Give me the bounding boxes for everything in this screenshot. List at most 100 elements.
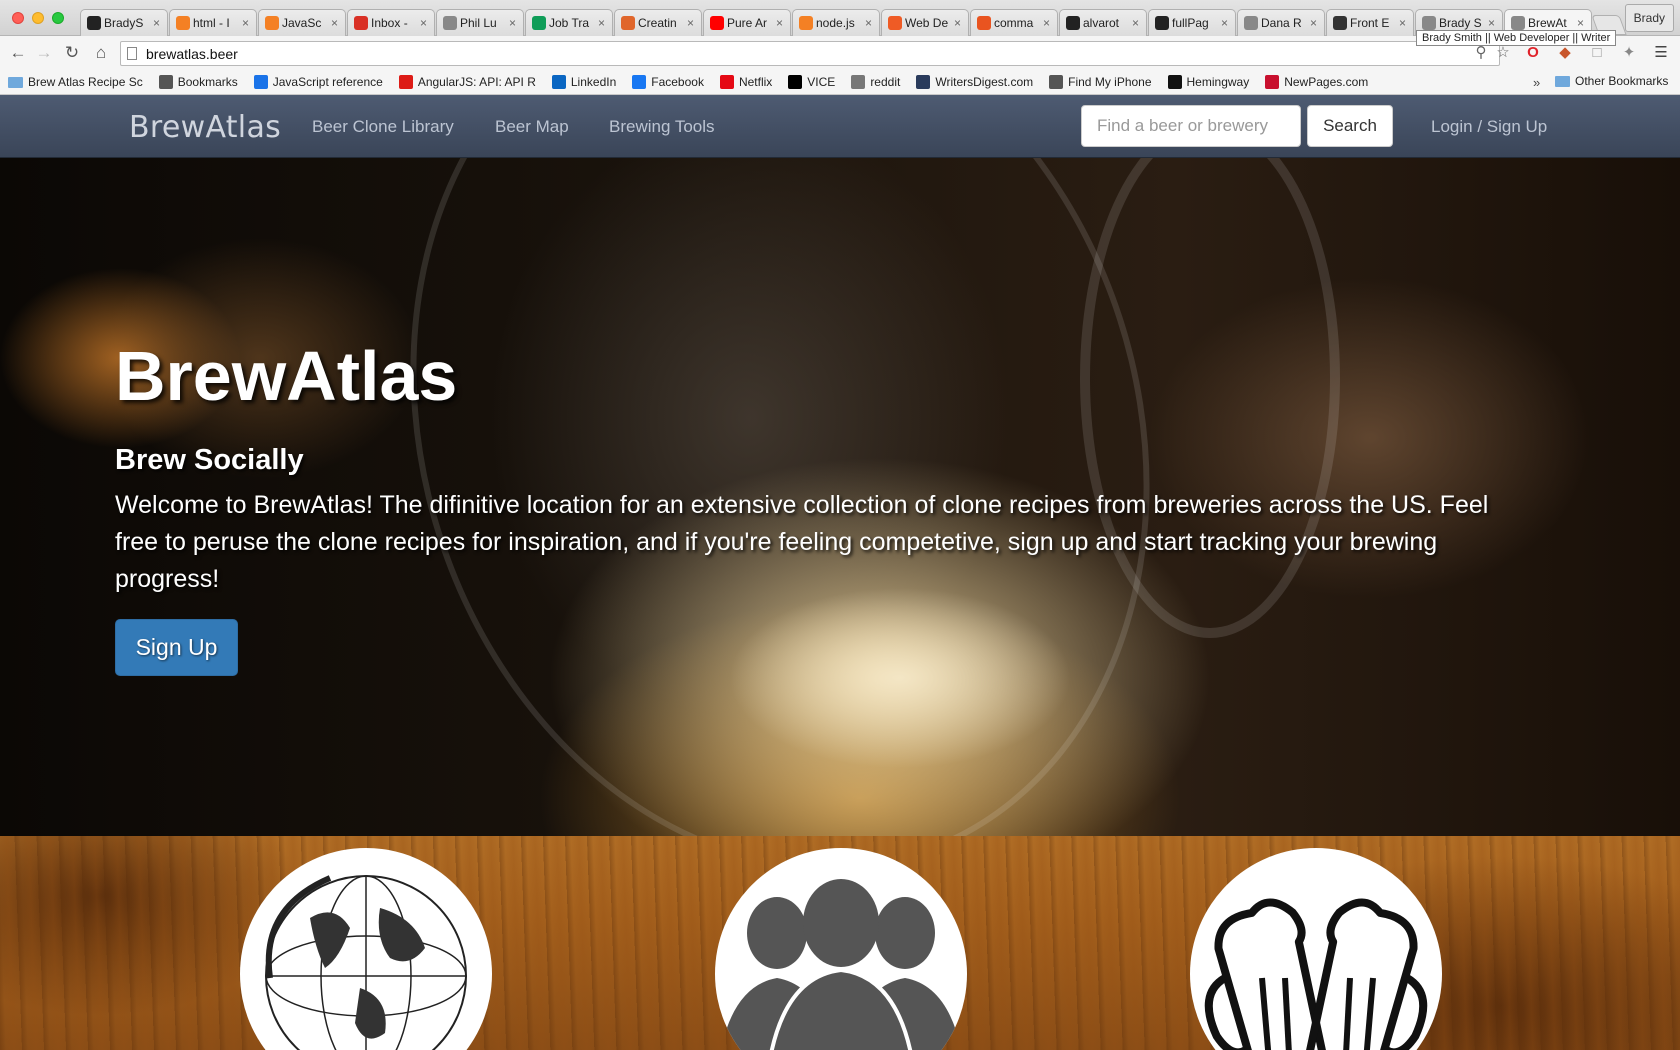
close-tab-icon[interactable]: ×: [509, 16, 519, 30]
opera-extension-icon[interactable]: O: [1524, 44, 1542, 62]
bookmark-item[interactable]: WritersDigest.com: [916, 75, 1033, 89]
fox-extension-icon[interactable]: ◆: [1556, 44, 1574, 62]
nav-beer-clone-library[interactable]: Beer Clone Library: [312, 117, 454, 137]
browser-tab[interactable]: Web De ×: [881, 9, 969, 36]
bookmark-list: Brew Atlas Recipe Sc Bookmarks JavaScript …: [8, 75, 1384, 89]
close-tab-icon[interactable]: ×: [1488, 16, 1498, 30]
browser-tab[interactable]: comma ×: [970, 9, 1058, 36]
close-tab-icon[interactable]: ×: [687, 16, 697, 30]
login-signup-link[interactable]: Login / Sign Up: [1431, 117, 1547, 137]
home-icon[interactable]: ⌂: [91, 43, 111, 63]
nav-brewing-tools[interactable]: Brewing Tools: [609, 117, 715, 137]
forward-icon[interactable]: →: [34, 43, 54, 63]
tab-title: Job Tra: [549, 16, 590, 30]
brand-logo[interactable]: BrewAtlas: [129, 110, 281, 145]
signup-button[interactable]: Sign Up: [115, 619, 238, 676]
feature-globe[interactable]: [240, 848, 492, 1050]
browser-tab[interactable]: node.js ×: [792, 9, 880, 36]
bookmark-label: JavaScript reference: [272, 75, 383, 89]
bookmark-item[interactable]: Hemingway: [1167, 75, 1249, 89]
bookmark-item[interactable]: AngularJS: API: API R: [398, 75, 536, 89]
browser-tab[interactable]: Dana R ×: [1237, 9, 1325, 36]
vice-icon: [788, 75, 803, 89]
browser-tab[interactable]: Front E ×: [1326, 9, 1414, 36]
bookmark-label: reddit: [870, 75, 901, 89]
close-tab-icon[interactable]: ×: [420, 16, 430, 30]
search-input[interactable]: [1081, 105, 1301, 147]
codeschool-icon: [621, 16, 635, 30]
browser-tab[interactable]: Pure Ar ×: [703, 9, 791, 36]
browser-tab[interactable]: JavaSc ×: [258, 9, 346, 36]
back-icon[interactable]: ←: [8, 43, 28, 63]
bookmark-item[interactable]: NewPages.com: [1265, 75, 1368, 89]
close-tab-icon[interactable]: ×: [331, 16, 341, 30]
browser-tab[interactable]: Job Tra ×: [525, 9, 613, 36]
youtube-icon: [710, 16, 724, 30]
menu-icon[interactable]: ☰: [1652, 44, 1670, 62]
page-icon: [1422, 16, 1436, 30]
sheets-icon: [532, 16, 546, 30]
browser-tab[interactable]: Phil Lu ×: [436, 9, 524, 36]
page-icon: [443, 16, 457, 30]
bookmark-item[interactable]: Netflix: [719, 75, 773, 89]
bookmark-item[interactable]: Brew Atlas Recipe Sc: [8, 75, 143, 89]
close-window-button[interactable]: [12, 12, 24, 24]
browser-tab[interactable]: BradyS ×: [80, 9, 168, 36]
close-tab-icon[interactable]: ×: [865, 16, 875, 30]
address-bar[interactable]: brewatlas.beer: [120, 41, 1500, 66]
tab-title: Inbox -: [371, 16, 408, 30]
maximize-window-button[interactable]: [52, 12, 64, 24]
star-icon[interactable]: ☆: [1494, 44, 1512, 62]
other-bookmarks[interactable]: Other Bookmarks: [1555, 74, 1668, 88]
browser-tab[interactable]: alvarot ×: [1059, 9, 1147, 36]
close-tab-icon[interactable]: ×: [1577, 16, 1587, 30]
dots-icon: [888, 16, 902, 30]
bookmark-item[interactable]: reddit: [851, 75, 900, 89]
people-icon: [720, 879, 962, 1050]
bookmark-item[interactable]: Find My iPhone: [1049, 75, 1152, 89]
feature-brewing[interactable]: [1190, 848, 1442, 1050]
bookmark-label: Facebook: [651, 75, 704, 89]
close-tab-icon[interactable]: ×: [1043, 16, 1053, 30]
angular-icon: [398, 75, 413, 89]
bookmark-item[interactable]: JavaScript reference: [253, 75, 383, 89]
mdn-icon: [253, 75, 268, 89]
apple-icon: [1049, 75, 1064, 89]
bookmark-label: Brew Atlas Recipe Sc: [28, 75, 143, 89]
profile-button[interactable]: Brady: [1624, 4, 1674, 32]
close-tab-icon[interactable]: ×: [153, 16, 163, 30]
browser-tab[interactable]: Inbox - ×: [347, 9, 435, 36]
feature-community[interactable]: [715, 848, 967, 1050]
close-tab-icon[interactable]: ×: [1221, 16, 1231, 30]
close-tab-icon[interactable]: ×: [1399, 16, 1409, 30]
close-tab-icon[interactable]: ×: [1132, 16, 1142, 30]
tab-title: Brady S: [1439, 16, 1482, 30]
newpages-icon: [1265, 75, 1280, 89]
bookmarks-more-button[interactable]: »: [1533, 75, 1540, 90]
reddit-icon: [851, 75, 866, 89]
linkedin-icon: [551, 75, 566, 89]
bookmark-item[interactable]: LinkedIn: [551, 75, 617, 89]
close-tab-icon[interactable]: ×: [1310, 16, 1320, 30]
extension-icon[interactable]: □: [1588, 44, 1606, 62]
bookmark-item[interactable]: Bookmarks: [158, 75, 238, 89]
close-tab-icon[interactable]: ×: [598, 16, 608, 30]
bookmark-item[interactable]: VICE: [788, 75, 835, 89]
search-button[interactable]: Search: [1307, 105, 1393, 147]
close-tab-icon[interactable]: ×: [242, 16, 252, 30]
bookmark-label: LinkedIn: [570, 75, 617, 89]
puzzle-extension-icon[interactable]: ✦: [1620, 44, 1638, 62]
minimize-window-button[interactable]: [32, 12, 44, 24]
bookmark-label: Bookmarks: [177, 75, 238, 89]
browser-tab[interactable]: Creatin ×: [614, 9, 702, 36]
bookmark-item[interactable]: Facebook: [632, 75, 704, 89]
browser-tab[interactable]: fullPag ×: [1148, 9, 1236, 36]
tab-title: html - I: [193, 16, 230, 30]
browser-tab[interactable]: html - I ×: [169, 9, 257, 36]
close-tab-icon[interactable]: ×: [954, 16, 964, 30]
close-tab-icon[interactable]: ×: [776, 16, 786, 30]
bookmark-label: Netflix: [738, 75, 773, 89]
reload-icon[interactable]: ↻: [62, 43, 82, 63]
zoom-icon[interactable]: ⚲: [1472, 44, 1490, 62]
nav-beer-map[interactable]: Beer Map: [495, 117, 569, 137]
